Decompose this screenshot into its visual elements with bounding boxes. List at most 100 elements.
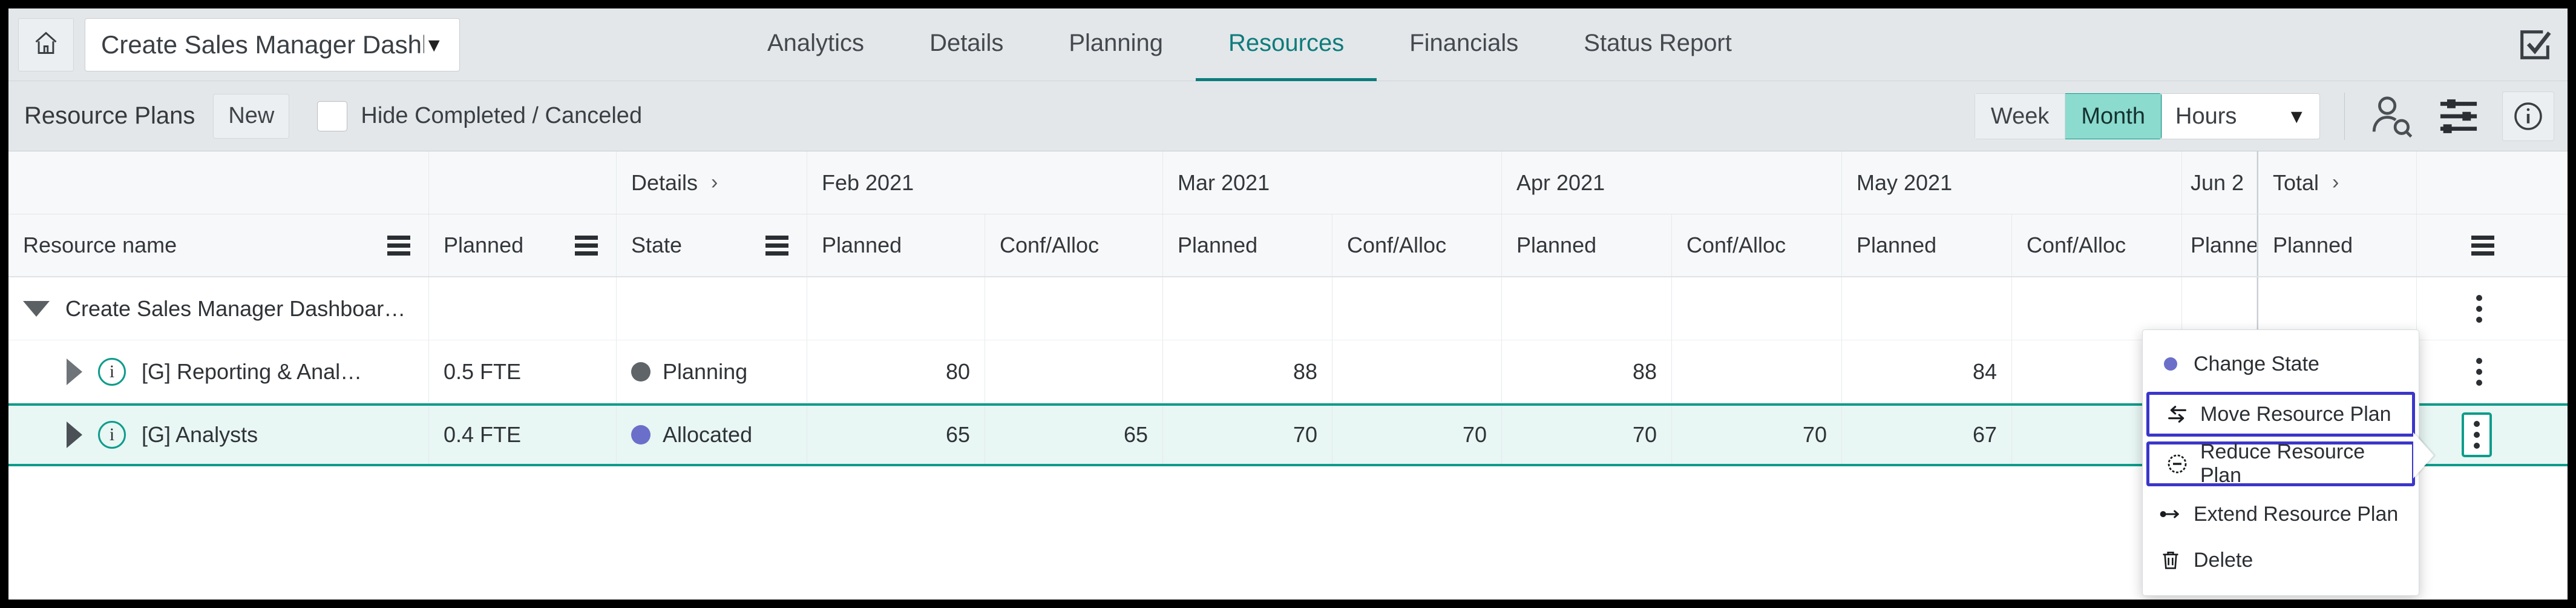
col-header-actions[interactable] (2417, 214, 2568, 276)
row-state-label: Allocated (663, 422, 753, 447)
col-header-apr-planned[interactable]: Planned (1502, 214, 1672, 276)
period-week-button[interactable]: Week (1974, 93, 2066, 139)
row-apr-planned[interactable]: 70 (1502, 406, 1672, 464)
column-menu-icon[interactable] (2468, 232, 2498, 259)
group-header-total[interactable]: Total › (2257, 151, 2417, 214)
expand-collapse-twisty-icon[interactable] (23, 300, 50, 317)
minus-circle-icon (2165, 452, 2189, 476)
row-actions[interactable] (2417, 406, 2568, 464)
row-actions-kebab-icon[interactable] (2466, 289, 2492, 329)
period-segmented-control: Week Month (1974, 93, 2161, 139)
column-menu-icon[interactable] (762, 232, 792, 259)
col-header-apr-conf[interactable]: Conf/Alloc (1672, 214, 1842, 276)
unit-select[interactable]: Hours ▼ (2161, 93, 2320, 139)
state-dot-icon (2158, 352, 2183, 376)
col-header-planned-fte[interactable]: Planned (429, 214, 617, 276)
row-info-icon[interactable]: i (98, 421, 126, 449)
hide-completed-checkbox[interactable] (317, 101, 348, 131)
new-button[interactable]: New (213, 93, 290, 139)
checkbox-check-icon[interactable] (2515, 25, 2554, 64)
tab-details[interactable]: Details (897, 8, 1036, 81)
group-header-details-label: Details (631, 170, 698, 195)
tab-resources[interactable]: Resources (1196, 8, 1377, 81)
group-row-feb-conf (985, 277, 1163, 340)
hide-completed-toggle[interactable]: Hide Completed / Canceled (317, 101, 642, 131)
group-row-name-cell[interactable]: Create Sales Manager Dashboar… (8, 277, 429, 340)
group-row-apr-planned (1502, 277, 1672, 340)
col-header-feb-conf[interactable]: Conf/Alloc (985, 214, 1163, 276)
trash-icon (2158, 548, 2183, 572)
row-feb-planned[interactable]: 80 (807, 340, 985, 403)
col-header-resource-name[interactable]: Resource name (8, 214, 429, 276)
col-header-may-planned[interactable]: Planned (1842, 214, 2012, 276)
group-header-blank-1 (8, 151, 429, 214)
row-feb-conf[interactable]: 65 (985, 406, 1163, 464)
group-header-apr-2021: Apr 2021 (1502, 151, 1842, 214)
group-row-planned (429, 277, 617, 340)
row-state-cell[interactable]: Allocated (617, 406, 807, 464)
row-mar-planned[interactable]: 88 (1163, 340, 1332, 403)
menu-item-extend-resource-plan[interactable]: Extend Resource Plan (2143, 491, 2419, 537)
row-planned-fte: 0.5 FTE (429, 340, 617, 403)
period-month-button[interactable]: Month (2065, 93, 2161, 139)
menu-item-reduce-resource-plan[interactable]: Reduce Resource Plan (2146, 440, 2415, 487)
person-search-icon[interactable] (2369, 93, 2415, 139)
expand-twisty-icon[interactable] (67, 421, 82, 448)
menu-item-change-state[interactable]: Change State (2143, 341, 2419, 387)
menu-item-change-state-label: Change State (2194, 352, 2319, 375)
row-may-planned[interactable]: 67 (1842, 406, 2012, 464)
row-apr-conf[interactable]: 70 (1672, 406, 1842, 464)
row-info-icon[interactable]: i (98, 357, 126, 386)
menu-item-delete[interactable]: Delete (2143, 537, 2419, 583)
col-header-jun-planned[interactable]: Planned (2182, 214, 2257, 276)
tab-financials[interactable]: Financials (1377, 8, 1551, 81)
column-menu-icon[interactable] (384, 232, 414, 259)
row-name: [G] Reporting & Anal… (142, 359, 362, 384)
row-actions-kebab-icon[interactable] (2462, 412, 2492, 457)
row-apr-planned[interactable]: 88 (1502, 340, 1672, 403)
tab-planning[interactable]: Planning (1036, 8, 1196, 81)
row-may-planned[interactable]: 84 (1842, 340, 2012, 403)
state-dot-icon (631, 362, 651, 382)
group-row-actions[interactable] (2417, 277, 2568, 340)
row-feb-conf[interactable] (985, 340, 1163, 403)
extend-arrow-icon (2158, 502, 2183, 526)
tab-analytics[interactable]: Analytics (735, 8, 897, 81)
row-name-cell[interactable]: i [G] Analysts (8, 406, 429, 464)
info-circle-icon[interactable] (2502, 91, 2554, 141)
app-window: Create Sales Manager Dashboar… ▼ Analyti… (8, 8, 2568, 600)
grid-column-header-row: Resource name Planned State Planned Conf… (8, 214, 2568, 277)
row-apr-conf[interactable] (1672, 340, 1842, 403)
col-header-planned-fte-label: Planned (444, 233, 524, 257)
row-mar-conf[interactable] (1332, 340, 1502, 403)
sliders-filter-icon[interactable] (2436, 93, 2482, 139)
row-mar-planned[interactable]: 70 (1163, 406, 1332, 464)
row-feb-planned[interactable]: 65 (807, 406, 985, 464)
col-header-mar-planned[interactable]: Planned (1163, 214, 1332, 276)
menu-item-move-resource-plan[interactable]: Move Resource Plan (2146, 392, 2415, 437)
top-bar-right (2515, 8, 2554, 81)
row-state-label: Planning (663, 359, 748, 384)
expand-twisty-icon[interactable] (67, 358, 82, 385)
col-header-mar-conf[interactable]: Conf/Alloc (1332, 214, 1502, 276)
project-selector[interactable]: Create Sales Manager Dashboar… ▼ (85, 18, 460, 71)
col-header-total-planned[interactable]: Planned (2257, 214, 2417, 276)
col-header-feb-planned[interactable]: Planned (807, 214, 985, 276)
row-context-menu: Change State Move Resource Plan Reduce R… (2142, 329, 2419, 596)
tab-status-report[interactable]: Status Report (1551, 8, 1765, 81)
row-state-cell[interactable]: Planning (617, 340, 807, 403)
group-row-may-planned (1842, 277, 2012, 340)
toolbar-divider (2344, 93, 2345, 140)
row-actions[interactable] (2417, 340, 2568, 403)
group-header-total-label: Total (2273, 170, 2319, 195)
group-header-details[interactable]: Details › (617, 151, 807, 214)
home-button[interactable] (18, 18, 74, 71)
home-icon (33, 30, 59, 59)
group-header-feb-2021: Feb 2021 (807, 151, 1163, 214)
row-actions-kebab-icon[interactable] (2466, 352, 2492, 392)
col-header-state[interactable]: State (617, 214, 807, 276)
column-menu-icon[interactable] (571, 232, 601, 259)
row-name-cell[interactable]: i [G] Reporting & Anal… (8, 340, 429, 403)
col-header-may-conf[interactable]: Conf/Alloc (2012, 214, 2182, 276)
row-mar-conf[interactable]: 70 (1332, 406, 1502, 464)
